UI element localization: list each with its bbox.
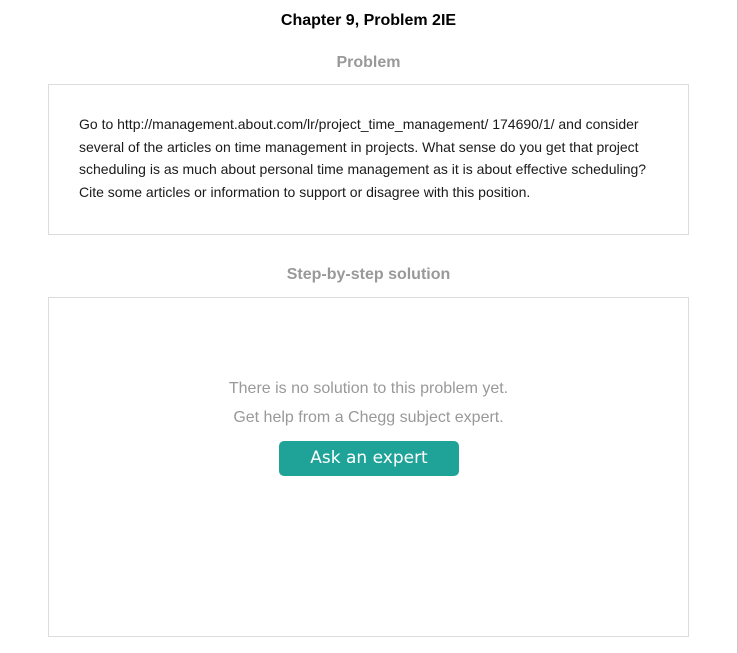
chapter-title: Chapter 9, Problem 2IE: [280, 12, 457, 29]
page: Chapter 9, Problem 2IE Problem Go to htt…: [0, 0, 738, 653]
no-solution-line: There is no solution to this problem yet…: [228, 380, 509, 397]
no-solution-message: There is no solution to this problem yet…: [49, 374, 688, 432]
solution-box: There is no solution to this problem yet…: [48, 297, 689, 637]
problem-box: Go to http://management.about.com/lr/pro…: [48, 84, 689, 235]
problem-heading: Problem: [336, 54, 401, 71]
problem-text: Go to http://management.about.com/lr/pro…: [79, 116, 647, 200]
solution-heading: Step-by-step solution: [286, 266, 451, 283]
ask-an-expert-button[interactable]: Ask an expert: [279, 441, 459, 476]
expert-help-line: Get help from a Chegg subject expert.: [233, 409, 504, 426]
